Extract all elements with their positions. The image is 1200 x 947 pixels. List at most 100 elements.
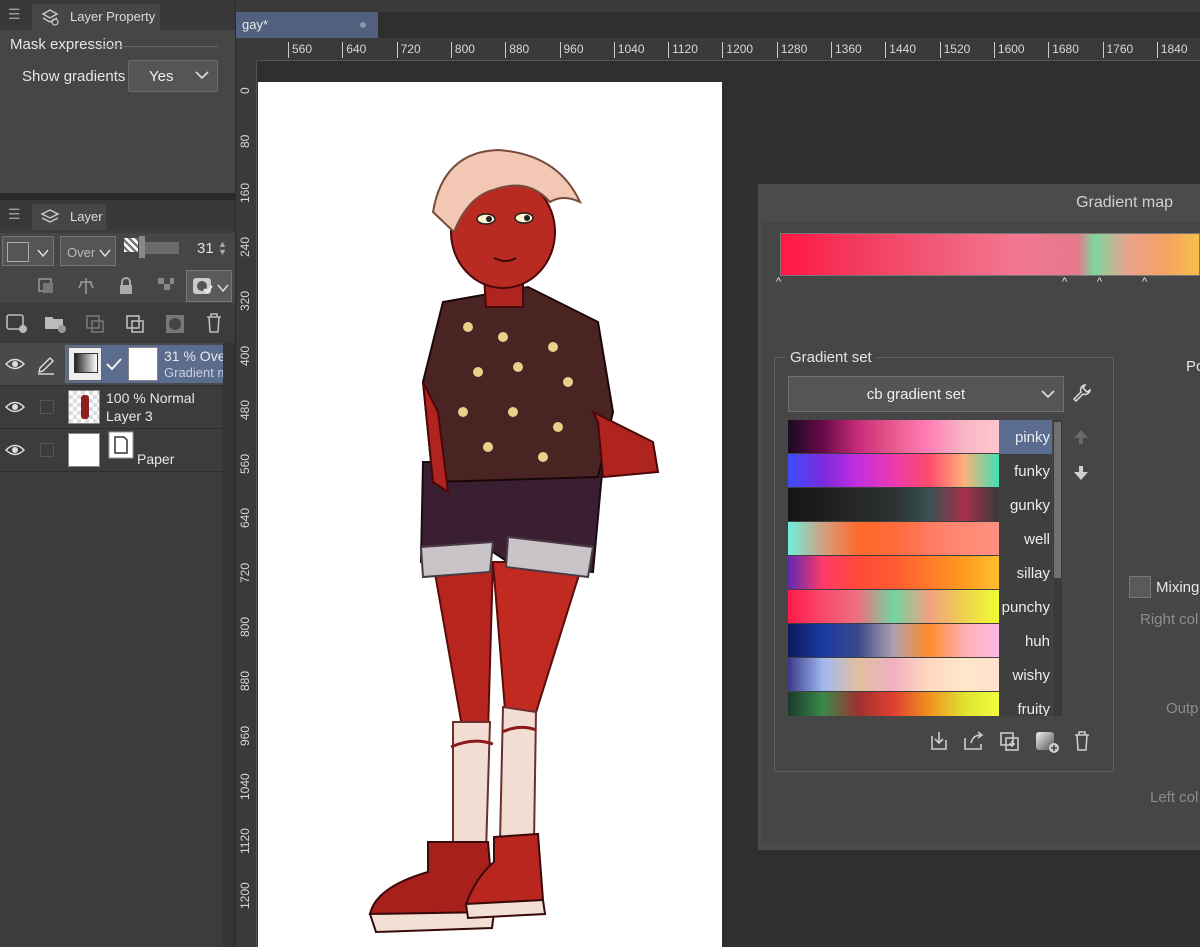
layer-select-checkbox[interactable] bbox=[40, 443, 54, 457]
ruler-tick-label: 880 bbox=[505, 42, 529, 58]
layers-icon bbox=[40, 209, 60, 223]
visibility-eye-icon[interactable] bbox=[5, 443, 25, 457]
gradient-set-item-label: pinky bbox=[1014, 429, 1050, 446]
gradient-set-item[interactable]: sillay bbox=[788, 556, 1052, 590]
opacity-slider[interactable] bbox=[145, 242, 179, 254]
layer-mask-icon bbox=[193, 278, 213, 294]
gradient-preview-bar[interactable] bbox=[780, 233, 1200, 276]
gradient-swatch bbox=[788, 420, 999, 453]
mask-enable-button[interactable] bbox=[186, 270, 232, 302]
delete-gradient-icon[interactable] bbox=[1072, 730, 1092, 752]
new-raster-layer-icon[interactable] bbox=[5, 313, 29, 335]
panel-menu-icon[interactable]: ☰ bbox=[8, 206, 21, 223]
visibility-eye-icon[interactable] bbox=[5, 400, 25, 414]
tab-layer[interactable]: Layer bbox=[32, 204, 106, 230]
import-gradient-icon[interactable] bbox=[928, 730, 950, 752]
new-folder-icon[interactable] bbox=[43, 313, 67, 335]
tab-layer-property[interactable]: Layer Property bbox=[32, 4, 160, 30]
wrench-icon[interactable] bbox=[1072, 383, 1092, 403]
layer-name: Layer 3 bbox=[106, 408, 153, 424]
gradient-set-item[interactable]: gunky bbox=[788, 488, 1052, 522]
gradient-swatch bbox=[788, 590, 999, 623]
ruler-tick-label: 480 bbox=[238, 399, 252, 420]
reference-layer-icon[interactable] bbox=[76, 276, 96, 296]
ruler-tick-label: 1280 bbox=[776, 42, 807, 58]
visibility-eye-icon[interactable] bbox=[5, 357, 25, 371]
blend-mode-select[interactable]: Over bbox=[60, 236, 116, 266]
right-color-label: Right col bbox=[1140, 611, 1199, 628]
ruler-tick-label: 1360 bbox=[831, 42, 862, 58]
create-mask-icon[interactable] bbox=[164, 313, 186, 335]
mask-expression-title: Mask expression bbox=[10, 36, 123, 53]
gradient-set-item[interactable]: fruity bbox=[788, 692, 1052, 716]
clip-to-lower-icon[interactable] bbox=[36, 276, 56, 296]
gradient-set-item-label: fruity bbox=[1017, 701, 1050, 716]
gradient-set-item[interactable]: pinky bbox=[788, 420, 1052, 454]
gradient-node-icon[interactable]: ^ bbox=[1062, 276, 1067, 288]
gradient-set-item-label: sillay bbox=[1016, 565, 1050, 582]
gradient-set-item[interactable]: huh bbox=[788, 624, 1052, 658]
layer-row-paper[interactable]: Paper bbox=[0, 429, 223, 472]
scrollbar-thumb[interactable] bbox=[1054, 422, 1061, 578]
gradient-swatch bbox=[788, 454, 999, 487]
gradient-swatch bbox=[788, 488, 999, 521]
layer-name: Gradient m bbox=[164, 365, 229, 380]
ruler-tick-label: 1120 bbox=[668, 42, 698, 58]
delete-layer-icon[interactable] bbox=[204, 312, 224, 334]
add-gradient-icon[interactable] bbox=[1034, 730, 1060, 754]
checkmark-icon bbox=[106, 358, 122, 371]
gradient-node-icon[interactable]: ^ bbox=[776, 276, 781, 288]
ruler-tick-label: 560 bbox=[238, 454, 252, 475]
edit-pen-icon bbox=[38, 357, 54, 375]
tab-layer-property-label: Layer Property bbox=[70, 9, 156, 24]
gradient-node-icon[interactable]: ^ bbox=[1097, 276, 1102, 288]
ruler-tick-label: 880 bbox=[238, 671, 252, 692]
gradient-set-item-label: huh bbox=[1024, 633, 1050, 650]
layer-row-gradient-map[interactable]: 31 % Ove Gradient m bbox=[0, 343, 228, 386]
layer-select-checkbox[interactable] bbox=[40, 400, 54, 414]
show-gradients-select[interactable]: Yes bbox=[128, 60, 218, 92]
opacity-spinner-icon[interactable]: ▲ ▼ bbox=[218, 240, 227, 257]
export-gradient-icon[interactable] bbox=[962, 730, 986, 752]
duplicate-gradient-icon[interactable] bbox=[998, 730, 1022, 752]
ruler-tick-label: 1600 bbox=[993, 42, 1025, 58]
opacity-value[interactable]: 31 bbox=[197, 240, 214, 257]
unsaved-dot-icon[interactable] bbox=[360, 22, 366, 28]
document-tab[interactable]: gay* bbox=[236, 12, 378, 38]
section-divider bbox=[88, 46, 218, 47]
horizontal-ruler: 560 640 720 800 880 960 1040 1120 1200 1280 1360 14… bbox=[256, 38, 1200, 61]
gradient-set-item[interactable]: well bbox=[788, 522, 1052, 556]
opacity-slider-handle[interactable] bbox=[139, 236, 145, 258]
panel-menu-icon[interactable]: ☰ bbox=[8, 6, 21, 23]
layer-list-scrollbar[interactable] bbox=[223, 343, 235, 947]
layer-color-button[interactable] bbox=[2, 236, 54, 266]
gradient-set-list[interactable]: pinky funky gunky well sillay punchy huh wishy f… bbox=[788, 420, 1052, 716]
lock-transparency-icon[interactable] bbox=[156, 276, 176, 296]
gradient-set-item[interactable]: wishy bbox=[788, 658, 1052, 692]
transfer-to-lower-icon[interactable] bbox=[84, 313, 106, 335]
layer-row-layer-3[interactable]: 100 % Normal Layer 3 bbox=[0, 386, 223, 429]
gradient-node-icon[interactable]: ^ bbox=[1142, 276, 1147, 288]
ruler-tick-label: 640 bbox=[238, 508, 252, 529]
move-up-arrow-icon[interactable] bbox=[1072, 428, 1090, 446]
ruler-tick-label: 400 bbox=[238, 345, 252, 366]
ruler-tick-label: 0 bbox=[238, 87, 252, 94]
mixing-checkbox[interactable] bbox=[1129, 576, 1151, 598]
chevron-down-icon bbox=[37, 249, 49, 258]
move-down-arrow-icon[interactable] bbox=[1072, 464, 1090, 482]
gradient-list-scrollbar[interactable] bbox=[1053, 420, 1062, 716]
ruler-tick-label: 720 bbox=[396, 42, 421, 58]
chevron-down-icon bbox=[217, 284, 229, 293]
ruler-tick-label: 1200 bbox=[722, 42, 753, 58]
merge-down-icon[interactable] bbox=[124, 313, 146, 335]
layer-toolbar-actions bbox=[0, 303, 235, 343]
ruler-tick-label: 1440 bbox=[885, 42, 916, 58]
ruler-tick-label: 240 bbox=[238, 236, 252, 257]
gradient-set-select[interactable]: cb gradient set bbox=[788, 376, 1064, 412]
gradient-set-item[interactable]: funky bbox=[788, 454, 1052, 488]
layer-thumbnail bbox=[68, 433, 100, 467]
gradient-set-item[interactable]: punchy bbox=[788, 590, 1052, 624]
output-label: Outp bbox=[1166, 700, 1199, 717]
lock-icon[interactable] bbox=[116, 276, 136, 296]
dialog-title: Gradient map bbox=[1076, 194, 1173, 211]
